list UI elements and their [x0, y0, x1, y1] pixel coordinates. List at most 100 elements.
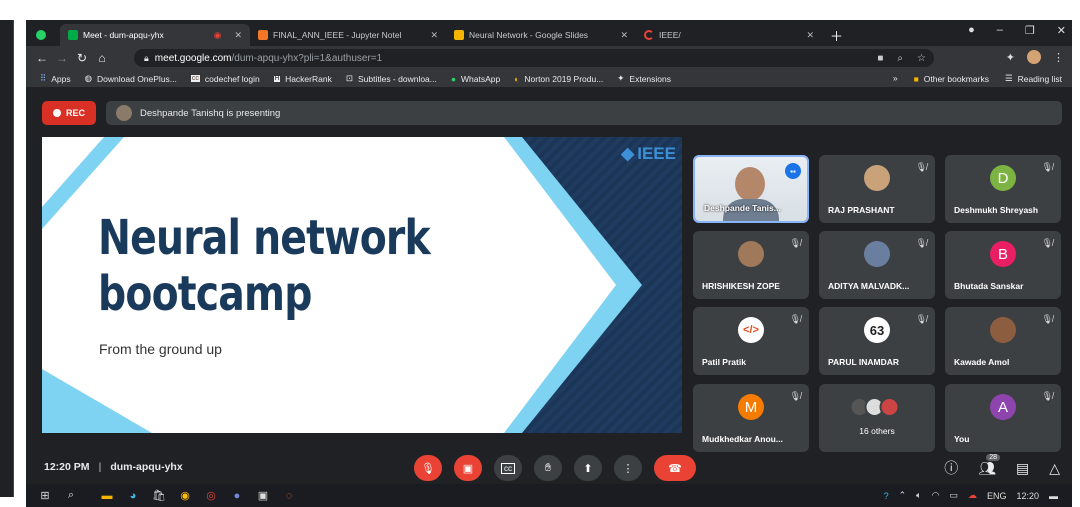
tab-slides[interactable]: Neural Network - Google Slides ✕	[446, 24, 636, 46]
record-dot-icon	[52, 109, 61, 117]
file-explorer-icon[interactable]: ▬	[94, 490, 120, 502]
volume-icon[interactable]: 🔈︎	[916, 490, 921, 501]
avatar[interactable]	[1027, 50, 1041, 64]
mic-off-icon: 🎙︎̸	[1041, 391, 1053, 401]
camera-toggle-button[interactable]: ▣	[454, 455, 482, 481]
folder-icon: ■	[913, 73, 919, 84]
opera-icon[interactable]: ◎	[198, 489, 224, 502]
participant-tile[interactable]: </> 🎙︎̸ Patil Pratik	[693, 307, 809, 375]
wifi-icon[interactable]: ◠	[932, 490, 940, 501]
people-button[interactable]: 👥︎ 28	[978, 453, 1000, 477]
info-icon[interactable]: ⓘ	[944, 458, 958, 478]
bookmark-whatsapp[interactable]: ● WhatsApp	[451, 74, 500, 84]
battery-icon[interactable]: ▭	[949, 490, 958, 501]
participant-tile[interactable]: 63 🎙︎̸ PARUL INAMDAR	[819, 307, 935, 375]
zoom-icon[interactable]: ⌕	[897, 53, 903, 64]
avatar	[864, 165, 890, 192]
captions-button[interactable]: cc	[494, 455, 522, 481]
hand-icon: ✋︎	[544, 461, 552, 474]
profile-dropdown-icon[interactable]: ●	[968, 24, 975, 37]
camera-icon[interactable]: ■	[877, 53, 883, 64]
discord-icon[interactable]: ●	[224, 490, 250, 502]
menu-icon[interactable]: ⋮	[1053, 51, 1064, 64]
others-tile[interactable]: 16 others	[819, 384, 935, 452]
back-icon[interactable]: ←	[32, 51, 52, 65]
more-options-button[interactable]: ⋮	[614, 455, 642, 481]
tab-title: IEEE/	[659, 30, 681, 40]
bookmark-subtitles[interactable]: ⊡ Subtitles - downloa...	[346, 73, 437, 84]
bookmark-extensions[interactable]: ✦ Extensions	[617, 73, 671, 84]
edge-icon[interactable]: ◕	[120, 490, 146, 502]
bookmark-apps[interactable]: ⠿ Apps	[40, 73, 71, 84]
search-icon[interactable]: ⌕	[58, 489, 84, 502]
chat-icon[interactable]: ▤	[1016, 460, 1029, 477]
activities-icon[interactable]: △	[1049, 460, 1060, 477]
jupyter-icon	[258, 30, 268, 40]
participant-tile[interactable]: D 🎙︎̸ Deshmukh Shreyash	[945, 155, 1061, 223]
star-icon[interactable]: ☆	[917, 53, 926, 64]
whatsapp-icon: ●	[450, 73, 457, 84]
restore-icon[interactable]: ❐	[1025, 24, 1035, 37]
mic-off-icon: 🎙︎̸	[1041, 162, 1053, 172]
cloud-icon[interactable]: ☁︎	[968, 490, 977, 501]
close-tab-icon[interactable]: ✕	[430, 30, 438, 41]
leave-call-button[interactable]: ☎︎	[654, 455, 696, 481]
url-input[interactable]: 🔒︎ meet.google.com/dum-apqu-yhx?pli=1&au…	[134, 49, 934, 67]
help-icon[interactable]: ?	[884, 491, 889, 501]
tab-ieee[interactable]: IEEE/ ✕	[636, 24, 822, 46]
terminal-icon[interactable]: ▣	[250, 489, 276, 502]
participant-tile[interactable]: 🎙︎̸ HRISHIKESH ZOPE	[693, 231, 809, 299]
close-tab-icon[interactable]: ✕	[806, 30, 814, 41]
meeting-info: 12:20 PM | dum-apqu-yhx	[44, 461, 183, 473]
close-tab-icon[interactable]: ✕	[234, 30, 242, 41]
raise-hand-button[interactable]: ✋︎	[534, 455, 562, 481]
minimize-icon[interactable]: –	[997, 24, 1003, 37]
new-tab-button[interactable]: ＋	[822, 24, 851, 46]
avatar	[990, 317, 1016, 344]
mic-off-icon: 🎙︎̸	[915, 314, 927, 324]
url-text: meet.google.com/dum-apqu-yhx?pli=1&authu…	[155, 53, 382, 64]
tab-title: FINAL_ANN_IEEE - Jupyter Notel	[273, 30, 402, 40]
other-bookmarks[interactable]: ■ Other bookmarks	[914, 73, 989, 84]
participant-tile[interactable]: ▪▪ Deshpande Tanis...	[693, 155, 809, 223]
notifications-icon[interactable]: ▬	[1049, 491, 1058, 501]
self-tile[interactable]: A 🎙︎̸ You	[945, 384, 1061, 452]
tab-bar: Meet - dum-apqu-yhx ◉ ✕ FINAL_ANN_IEEE -…	[26, 20, 1072, 46]
reading-list[interactable]: ☰ Reading list	[1005, 73, 1062, 84]
jupyter-taskbar-icon[interactable]: ◌	[276, 490, 302, 502]
people-count-badge: 28	[986, 453, 1000, 461]
close-tab-icon[interactable]: ✕	[620, 30, 628, 41]
presentation-slide: ◆ IEEE Neural network bootcamp From the g…	[42, 137, 682, 433]
participant-tile[interactable]: 🎙︎̸ ADITYA MALVADK...	[819, 231, 935, 299]
chrome-icon[interactable]: ◉	[172, 489, 198, 502]
chevron-up-icon[interactable]: ⌃	[899, 490, 907, 501]
bookmark-codechef[interactable]: cc codechef login	[190, 74, 260, 84]
extensions-icon[interactable]: ✦	[1006, 51, 1015, 64]
taskbar-clock[interactable]: 12:20	[1016, 491, 1039, 501]
reload-icon[interactable]: ↻	[72, 51, 92, 65]
close-window-icon[interactable]: ✕	[1057, 24, 1066, 37]
more-bookmarks-button[interactable]: »	[893, 73, 898, 84]
participant-tile[interactable]: M 🎙︎̸ Mudkhedkar Anou...	[693, 384, 809, 452]
bookmark-oneplus[interactable]: ◍ Download OnePlus...	[85, 73, 177, 84]
participant-tile[interactable]: B 🎙︎̸ Bhutada Sanskar	[945, 231, 1061, 299]
whatsapp-tab-icon[interactable]	[26, 24, 60, 46]
participant-tile[interactable]: 🎙︎̸ Kawade Amol	[945, 307, 1061, 375]
home-icon[interactable]: ⌂	[92, 51, 112, 65]
forward-icon[interactable]: →	[52, 51, 72, 65]
tab-jupyter[interactable]: FINAL_ANN_IEEE - Jupyter Notel ✕	[250, 24, 446, 46]
participant-tile[interactable]: 🎙︎̸ RAJ PRASHANT	[819, 155, 935, 223]
bookmark-hackerrank[interactable]: H HackerRank	[273, 74, 332, 84]
mic-toggle-button[interactable]: 🎙︎	[414, 455, 442, 481]
store-icon[interactable]: 🛍︎	[146, 489, 172, 502]
tab-meet[interactable]: Meet - dum-apqu-yhx ◉ ✕	[60, 24, 250, 46]
language-indicator[interactable]: ENG	[987, 491, 1007, 501]
mic-off-icon: 🎙︎̸	[915, 162, 927, 172]
subtitles-icon: ⊡	[345, 73, 353, 83]
recording-badge[interactable]: REC	[42, 101, 96, 125]
present-button[interactable]: ⬆	[574, 455, 602, 481]
windows-start-icon[interactable]: ⊞	[32, 489, 58, 502]
bookmark-norton[interactable]: ◐ Norton 2019 Produ...	[514, 74, 603, 84]
presenter-avatar	[116, 105, 132, 121]
participant-name: Deshmukh Shreyash	[954, 205, 1039, 215]
